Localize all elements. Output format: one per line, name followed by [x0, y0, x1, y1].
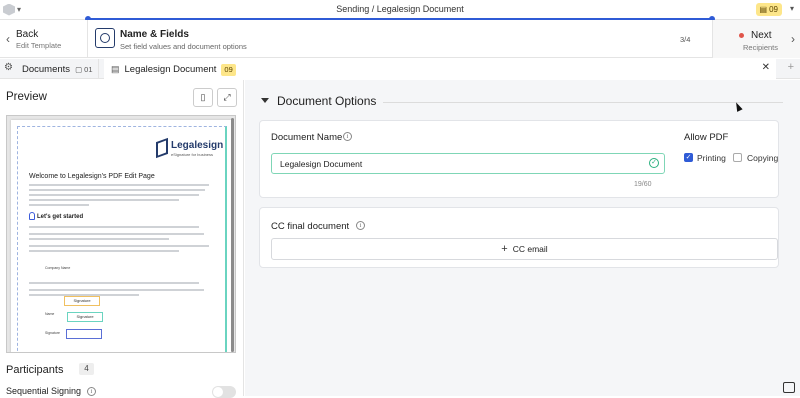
cc-email-button[interactable]: + CC email: [271, 238, 778, 260]
text-line: [29, 233, 204, 235]
tab-bar: ⚙ Documents ▢ 01 ▤ Legalesign Document 0…: [0, 59, 800, 80]
valid-check-icon: ✓: [649, 158, 659, 168]
preview-title: Preview: [6, 91, 47, 103]
status-dot-icon: [739, 33, 744, 38]
download-document-button[interactable]: ▯: [193, 88, 213, 107]
character-count: 19/60: [634, 181, 652, 188]
step-counter: 3/4: [680, 35, 691, 44]
document-options-panel: Document Options Document Name i ✓ 19/60…: [245, 80, 800, 396]
lightbulb-icon: [29, 212, 35, 220]
page-title: Sending / Legalesign Document: [336, 4, 464, 14]
document-name-label: Document Name: [271, 132, 343, 143]
step-bar: ‹ Back Edit Template Name & Fields Set f…: [0, 20, 800, 58]
documents-count: ▢ 01: [75, 64, 93, 74]
document-name-input[interactable]: [271, 153, 665, 174]
add-tab-icon[interactable]: +: [788, 61, 794, 73]
text-line: [29, 238, 169, 240]
brand-name: Legalesign: [171, 140, 224, 151]
tab-documents[interactable]: Documents ▢ 01: [17, 59, 99, 79]
participants-title: Participants: [6, 364, 64, 376]
file-icon: ▢: [75, 64, 83, 74]
cc-final-document-card: CC final document i + CC email: [259, 207, 779, 268]
info-icon[interactable]: i: [343, 132, 352, 141]
company-name-label: Company Name: [45, 266, 71, 270]
sequential-signing-label: Sequential Signing: [6, 386, 82, 396]
back-label: Back: [16, 28, 39, 40]
cc-final-document-label: CC final document: [271, 221, 350, 232]
next-button[interactable]: Next Recipients ›: [712, 20, 800, 58]
tab-documents-label: Documents: [22, 63, 71, 75]
preview-page: Legalesign eSignature for business Welco…: [11, 120, 231, 352]
text-line: [29, 289, 204, 291]
expand-preview-button[interactable]: ⤢: [217, 88, 237, 107]
printing-checkbox[interactable]: ✓: [684, 153, 693, 162]
back-sub-label: Edit Template: [16, 40, 62, 50]
file-icon: ▤: [111, 64, 120, 74]
step-title: Name & Fields: [120, 29, 189, 40]
preview-subheading: Let's get started: [37, 214, 84, 220]
cc-email-label: CC email: [512, 244, 548, 254]
text-line: [29, 189, 205, 191]
text-line: [29, 250, 179, 252]
chevron-left-icon: ‹: [6, 32, 10, 46]
next-sub-label: Recipients: [743, 43, 779, 52]
info-icon[interactable]: i: [356, 221, 365, 230]
participants-count-badge: 4: [79, 363, 94, 375]
text-line: [29, 204, 89, 206]
sequential-signing-toggle[interactable]: [212, 386, 236, 398]
preview-panel: Preview ▯ ⤢ Legalesign eSignature for bu…: [0, 80, 244, 398]
step-subtitle: Set field values and document options: [120, 42, 247, 51]
document-count-badge[interactable]: ▤ 09: [755, 3, 782, 16]
text-line: [29, 245, 209, 247]
back-button-text: Back Edit Template: [16, 29, 61, 50]
text-line: [29, 194, 199, 196]
top-bar: ▾ Sending / Legalesign Document ▤ 09 ▾: [0, 0, 800, 20]
allow-pdf-label: Allow PDF: [684, 132, 729, 143]
document-name-card: Document Name i ✓ 19/60 Allow PDF ✓ Prin…: [259, 120, 779, 198]
section-title[interactable]: Document Options: [277, 94, 376, 108]
copying-label[interactable]: Copying: [747, 153, 778, 163]
document-preview[interactable]: Legalesign eSignature for business Welco…: [6, 115, 236, 353]
info-icon[interactable]: i: [87, 387, 96, 396]
tab-legalesign-document[interactable]: ▤ Legalesign Document 09: [104, 59, 776, 80]
text-line: [29, 184, 209, 186]
gear-icon[interactable]: ⚙: [4, 62, 13, 73]
field-count-badge: 09: [221, 63, 236, 76]
tab-document-label: Legalesign Document: [124, 64, 217, 75]
back-button[interactable]: ‹ Back Edit Template: [0, 20, 88, 58]
chat-icon[interactable]: [783, 382, 795, 393]
copying-checkbox[interactable]: [733, 153, 742, 162]
signature-field[interactable]: Signature: [64, 296, 100, 306]
chevron-down-icon[interactable]: ▾: [790, 4, 794, 13]
clipboard-icon: ▤: [759, 5, 768, 14]
text-line: [29, 199, 179, 201]
signature-field[interactable]: [66, 329, 102, 339]
document-icon: ▯: [200, 92, 206, 102]
signature-field[interactable]: Signature: [67, 312, 103, 322]
close-icon[interactable]: ✕: [762, 62, 770, 73]
brand-tagline: eSignature for business: [171, 152, 214, 157]
preview-scrollbar[interactable]: [231, 118, 234, 352]
next-label: Next: [751, 30, 772, 41]
printing-label[interactable]: Printing: [697, 153, 726, 163]
plus-icon: +: [501, 243, 508, 255]
divider: [383, 102, 783, 103]
caret-down-icon[interactable]: [261, 98, 269, 103]
signature-field-label: Signature: [45, 331, 60, 335]
expand-icon: ⤢: [223, 92, 231, 102]
text-line: [29, 282, 199, 284]
form-fields-icon: [95, 28, 115, 48]
text-line: [29, 226, 199, 228]
name-field-label: Name: [45, 312, 55, 316]
preview-heading: Welcome to Legalesign's PDF Edit Page: [29, 173, 155, 180]
chevron-right-icon: ›: [791, 32, 795, 46]
